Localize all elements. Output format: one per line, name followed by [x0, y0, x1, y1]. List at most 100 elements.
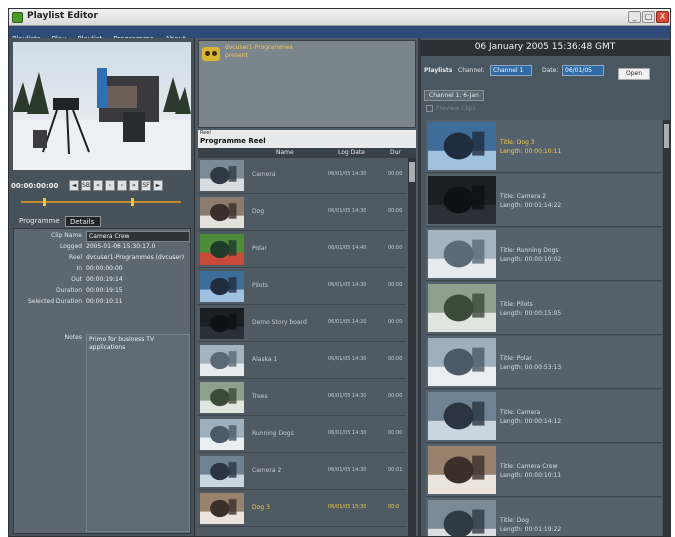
reel-row[interactable]: Camera 06/01/05 14:30 00:00 [198, 158, 406, 194]
programme-header: dvcuser1-Programmes present [198, 40, 416, 128]
col-log-date[interactable]: Log Date [338, 148, 365, 158]
right-panel: 06 January 2005 15:36:48 GMT Playlists C… [418, 38, 670, 536]
app-icon [12, 12, 23, 23]
col-name[interactable]: Name [276, 148, 294, 158]
playlist-clip-row[interactable]: Title: Camera 2 Length: 00:01:14:22 [426, 174, 662, 227]
playlist-clip-row[interactable]: Title: Pilots Length: 00:00:15:05 [426, 282, 662, 335]
timecode-display: 00:00:00:00 [11, 182, 59, 190]
reel-row[interactable]: Pilots 06/01/05 14:30 00:00 [198, 269, 406, 305]
reel-row-dur: 00:00 [388, 208, 403, 214]
reel-row[interactable]: Demo Story board 06/01/05 14:20 00:00 [198, 306, 406, 342]
reel-row-date: 06/01/05 14:30 [328, 282, 367, 288]
date-select[interactable]: 06/01/05 [562, 65, 604, 76]
clock-bar: 06 January 2005 15:36:48 GMT [420, 40, 670, 56]
detail-value: 00:00:00:00 [86, 265, 123, 272]
step-back-button[interactable]: SB [81, 180, 91, 191]
notes-textarea[interactable]: Primo for business TV applications [86, 334, 190, 532]
detail-row-selected-duration: Selected Duration 00:00:10:11 [14, 297, 192, 306]
detail-row-out: Out 00:00:19:14 [14, 275, 192, 284]
checkbox-label: Preview Clips [436, 105, 476, 112]
clip-thumbnail [428, 284, 496, 332]
reel-title: Programme Reel [200, 137, 266, 145]
scrollbar-thumb[interactable] [664, 124, 669, 148]
detail-value: 00:00:19:15 [86, 287, 123, 294]
fast-forward-button[interactable]: » [129, 180, 139, 191]
reel-row-date: 06/01/05 14:30 [328, 430, 367, 436]
reel-row-name: Camera [252, 171, 276, 178]
preview-clips-checkbox[interactable]: Preview Clips [426, 105, 476, 112]
playlist-clip-row[interactable]: Title: Dog 3 Length: 00:00:10:11 [426, 120, 662, 173]
frame-back-button[interactable]: ‹ [105, 180, 115, 191]
clip-thumbnail [200, 456, 244, 487]
scrub-slider[interactable] [11, 198, 191, 206]
frame-forward-button[interactable]: › [117, 180, 127, 191]
clip-thumbnail [428, 338, 496, 386]
step-forward-button[interactable]: SF [141, 180, 151, 191]
tab-channel-1[interactable]: Channel 1: 6-Jan [424, 90, 484, 101]
reel-title-bar: Reel Programme Reel [198, 130, 416, 148]
minimize-button[interactable]: _ [628, 11, 641, 23]
clip-title: Title: Dog 3 [500, 139, 535, 146]
playlist-clip-row[interactable]: Title: Dog Length: 00:01:19:22 [426, 498, 662, 536]
tab-details[interactable]: Details [65, 216, 101, 227]
detail-row-duration: Duration 00:00:19:15 [14, 286, 192, 295]
close-button[interactable]: X [656, 11, 669, 23]
open-button[interactable]: Open [618, 68, 650, 80]
clip-title: Title: Pilots [500, 301, 533, 308]
playlist-clip-row[interactable]: Title: Camera Length: 00:00:14:12 [426, 390, 662, 443]
clip-thumbnail [200, 234, 244, 265]
clip-thumbnail [200, 382, 244, 413]
go-start-button[interactable]: ◄ [69, 180, 79, 191]
playlist-scrollbar[interactable] [663, 120, 670, 536]
reel-row[interactable]: Polar 06/01/05 14:40 00:00 [198, 232, 406, 268]
reel-row-dur: 00:00 [388, 393, 403, 399]
left-panel: 00:00:00:00 ◄ SB « ‹ › » SF ► Programme … [9, 38, 195, 536]
clip-title: Title: Camera Crew [500, 463, 558, 470]
reel-list: Camera 06/01/05 14:30 00:00 Dog 06/01/05 14:… [198, 158, 406, 536]
playlists-label: Playlists [424, 67, 453, 74]
col-dur[interactable]: Dur [390, 148, 401, 158]
channel-select[interactable]: Channel 1 [490, 65, 532, 76]
clip-length: Length: 00:00:10:02 [500, 256, 562, 263]
clip-thumbnail [200, 345, 244, 376]
clip-title: Title: Camera [500, 409, 541, 416]
clip-length: Length: 00:00:10:11 [500, 472, 562, 479]
clip-name-field[interactable]: Camera Crew [86, 231, 190, 242]
clip-thumbnail [428, 500, 496, 536]
reel-row-dur: 00:01 [388, 467, 403, 473]
reel-row-name: Dog [252, 208, 265, 215]
middle-panel: dvcuser1-Programmes present Reel Program… [196, 38, 418, 536]
reel-row[interactable]: Running Dogs 06/01/05 14:30 00:00 [198, 417, 406, 453]
reel-row[interactable]: Trees 06/01/05 14:30 00:00 [198, 380, 406, 416]
clip-title: Title: Dog [500, 517, 529, 524]
detail-value: 00:00:10:11 [86, 298, 123, 305]
rewind-button[interactable]: « [93, 180, 103, 191]
clip-thumbnail [428, 230, 496, 278]
clip-thumbnail [200, 419, 244, 450]
reel-row-name: Pilots [252, 282, 268, 289]
maximize-button[interactable]: □ [642, 11, 655, 23]
transport-controls: 00:00:00:00 ◄ SB « ‹ › » SF ► [11, 180, 193, 194]
out-marker[interactable] [131, 198, 134, 206]
checkbox-box[interactable] [426, 105, 433, 112]
reel-row-name: Demo Story board [252, 319, 307, 326]
reel-row[interactable]: Dog 3 06/01/05 15:30 00:0 [198, 491, 406, 527]
clip-length: Length: 00:00:14:12 [500, 418, 562, 425]
in-marker[interactable] [43, 198, 46, 206]
reel-row-dur: 00:00 [388, 430, 403, 436]
programme-icon [202, 47, 220, 61]
scrollbar-thumb[interactable] [409, 162, 415, 182]
reel-scrollbar[interactable] [408, 158, 416, 536]
reel-row[interactable]: Dog 06/01/05 14:30 00:00 [198, 195, 406, 231]
panel-splitter[interactable] [418, 38, 421, 536]
tab-programme[interactable]: Programme [15, 216, 65, 227]
clip-thumbnail [428, 122, 496, 170]
reel-row[interactable]: Camera 2 06/01/05 14:30 00:01 [198, 454, 406, 490]
clip-thumbnail [428, 176, 496, 224]
playlist-clip-row[interactable]: Title: Polar Length: 00:00:53:13 [426, 336, 662, 389]
playlist-clip-row[interactable]: Title: Camera Crew Length: 00:00:10:11 [426, 444, 662, 497]
play-button[interactable]: ► [153, 180, 163, 191]
playlist-clip-row[interactable]: Title: Running Dogs Length: 00:00:10:02 [426, 228, 662, 281]
reel-row[interactable]: Alaska 1 06/01/05 14:30 00:00 [198, 343, 406, 379]
reel-row-date: 06/01/05 14:30 [328, 208, 367, 214]
